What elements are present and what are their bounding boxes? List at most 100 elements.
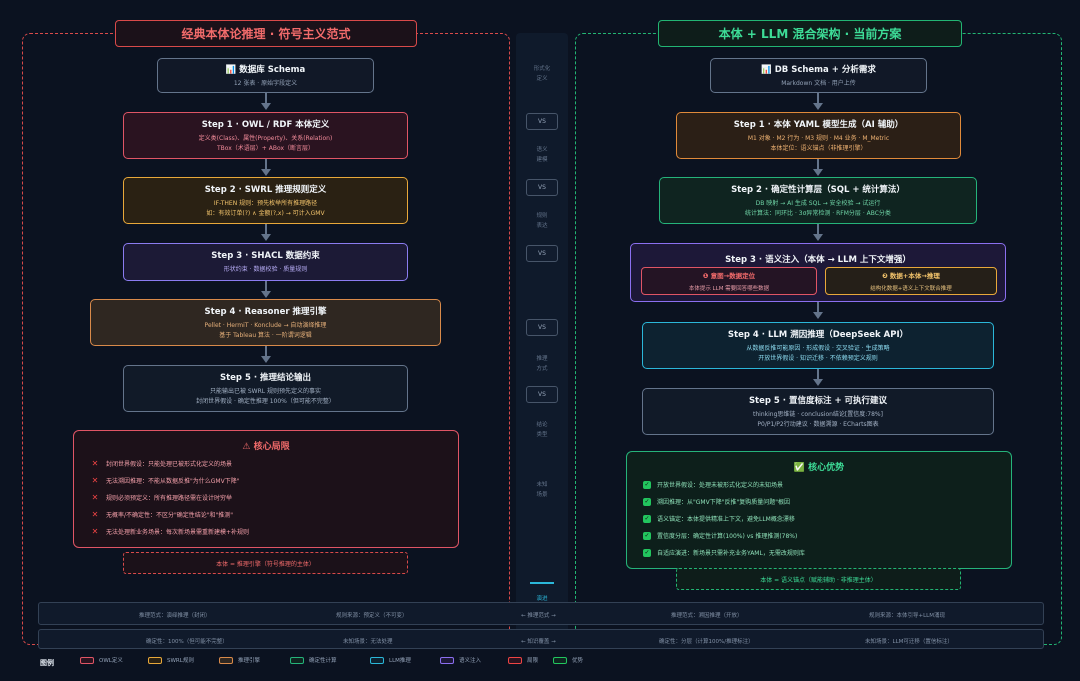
limitation-item: ✕ 封闭世界假设：只能处理已被形式化定义的场景 [91, 459, 233, 468]
classic-panel-title: 经典本体论推理 · 符号主义范式 [115, 20, 417, 47]
legend-item-advantage: 优势 [553, 656, 583, 664]
cross-icon: ✕ [91, 459, 99, 468]
legend-swatch [370, 656, 384, 664]
step-line: 本体定位：语义锚点（非推理引擎） [770, 144, 867, 152]
check-icon: ✓ [643, 497, 651, 506]
legend-item-limitation: 局限 [508, 656, 538, 664]
legend-item-semantic: 语义注入 [440, 656, 481, 664]
vs-label-5: 结论 类型 [536, 422, 548, 438]
hybrid-source-title: 📊 DB Schema + 分析需求 [761, 64, 876, 75]
legend-swatch [290, 656, 304, 664]
classic-step-2: Step 2 · SWRL 推理规则定义 IF-THEN 规则：预先枚举所有推理… [123, 177, 408, 224]
advantage-item: ✓ 溯因推理：从"GMV下降"反推"复购质量问题"根因 [643, 497, 790, 506]
limitation-item: ✕ 规则必须预定义：所有推理路径需在设计时穷举 [91, 493, 233, 502]
limitations-title: ⚠ 核心局限 [242, 442, 290, 452]
step-line: 封闭世界假设 · 确定性推理 100%（但可能不完整） [196, 397, 335, 405]
cross-icon: ✕ [91, 510, 99, 519]
advantage-item: ✓ 开放世界假设：处理未被形式化定义的未知场景 [643, 480, 784, 489]
step-line: thinking思维链 · conclusion结论[置信度:78%] [753, 410, 883, 418]
classic-step-5: Step 5 · 推理结论输出 只能输出已被 SWRL 规则预先定义的事实 封闭… [123, 365, 408, 412]
step-title: Step 2 · SWRL 推理规则定义 [204, 184, 327, 195]
check-icon: ✓ [643, 531, 651, 540]
step-title: Step 2 · 确定性计算层（SQL + 统计算法） [731, 184, 905, 195]
legend-item-owl: OWL定义 [80, 656, 123, 664]
vs-label-2: 语义 建模 [536, 147, 548, 163]
classic-footer-note: 本体 = 推理引擎（符号推理的主体） [123, 552, 408, 574]
vs-badge-3: VS [526, 245, 558, 262]
vs-badge-1: VS [526, 113, 558, 130]
arrow [813, 159, 823, 176]
check-icon: ✓ [643, 548, 651, 557]
compare-cell: 推理范式：溯因推理（开放） [671, 613, 743, 619]
cross-icon: ✕ [91, 476, 99, 485]
arrow [261, 346, 271, 363]
legend-title: 图例 [40, 659, 54, 667]
core-limitations-box: ⚠ 核心局限 ✕ 封闭世界假设：只能处理已被形式化定义的场景 ✕ 无法溯因推理：不能… [73, 430, 459, 548]
step-title: Step 5 · 推理结论输出 [219, 372, 312, 383]
compare-row-2: 确定性：100%（但可能不完整） 未知场景：无法处理 ← 知识覆盖 → 确定性：… [38, 629, 1044, 649]
step-line: P0/P1/P2行动建议 · 数据溯源 · ECharts图表 [757, 420, 879, 428]
legend-item-swrl: SWRL规则 [148, 656, 194, 664]
step-line: IF-THEN 规则：预先枚举所有推理路径 [213, 199, 318, 207]
compare-cell: ← 知识覆盖 → [521, 639, 556, 645]
arrow [813, 369, 823, 386]
hybrid-step-4: Step 4 · LLM 溯因推理（DeepSeek API） 从数据反推可能原… [642, 322, 994, 369]
step-line: 基于 Tableau 算法 · 一阶谓词逻辑 [219, 331, 312, 339]
core-advantages-box: ✅ 核心优势 ✓ 开放世界假设：处理未被形式化定义的未知场景 ✓ 溯因推理：从"GM… [626, 451, 1012, 569]
advantage-item: ✓ 置信度分层：确定性计算(100%) vs 推理推测(78%) [643, 531, 798, 540]
legend-swatch [553, 656, 567, 664]
compare-row-1: 推理范式：演绎推理（封闭） 规则来源：预定义（不可变） ← 推理范式 → 推理范… [38, 602, 1044, 625]
vs-badge-2: VS [526, 179, 558, 196]
limitation-item: ✕ 无法处理新业务场景：每次新场景需重新建模+补规则 [91, 527, 250, 536]
step-title: Step 3 · 语义注入（本体 → LLM 上下文增强） [725, 255, 911, 265]
step-line: 如：有效订单(?) ∧ 金额(?,x) → 可计入GMV [206, 209, 325, 217]
hybrid-step-1: Step 1 · 本体 YAML 模型生成（AI 辅助） M1 对象 · M2 … [676, 112, 961, 159]
legend-swatch [219, 656, 233, 664]
sub-title: ❶ 意图→数据定位 [702, 272, 756, 280]
hybrid-footer-note: 本体 = 语义锚点（赋能辅助 · 非推理主体） [676, 568, 961, 590]
step-line: TBox（术语层）+ ABox（断言层） [216, 144, 314, 152]
step-line: M1 对象 · M2 行为 · M3 规则 · M4 业务 · M_Metric [747, 134, 890, 142]
legend-swatch [80, 656, 94, 664]
advantage-item: ✓ 语义锚定：本体提供精准上下文，避免LLM概念漂移 [643, 514, 795, 523]
step-line: 只能输出已被 SWRL 规则预先定义的事实 [209, 387, 322, 395]
sub-title: ❷ 数据+本体→推理 [882, 272, 940, 280]
arrow [261, 224, 271, 241]
limitation-item: ✕ 无法溯因推理：不能从数据反推"为什么GMV下降" [91, 476, 240, 485]
compare-cell: 未知场景：LLM可迁移（置信标注） [865, 639, 953, 645]
hybrid-source-box: 📊 DB Schema + 分析需求 Markdown 文档 · 用户上传 [710, 58, 927, 93]
arrow [261, 159, 271, 176]
compare-cell: 规则来源：预定义（不可变） [336, 613, 408, 619]
legend-swatch [148, 656, 162, 664]
step-line: DB 映射 → AI 生成 SQL → 安全校验 → 试运行 [755, 199, 881, 207]
check-icon: ✓ [643, 514, 651, 523]
legend-item-llm: LLM推理 [370, 656, 411, 664]
classic-source-box: 📊 数据库 Schema 12 张表 · 原始字段定义 [157, 58, 374, 93]
classic-step-4: Step 4 · Reasoner 推理引擎 Pellet · HermiT ·… [90, 299, 441, 346]
arrow [261, 281, 271, 298]
vs-badge-5: VS [526, 386, 558, 403]
legend-swatch [440, 656, 454, 664]
step-line: 从数据反推可能原因 · 形成假设 · 交叉验证 · 生成策略 [746, 344, 890, 352]
compare-cell: 确定性：分层（计算100%/推理标注） [659, 639, 754, 645]
step-title: Step 4 · LLM 溯因推理（DeepSeek API） [727, 329, 909, 340]
step-line: 定义类(Class)、属性(Property)、关系(Relation) [198, 134, 333, 142]
cross-icon: ✕ [91, 527, 99, 536]
step-line: 统计算法：同环比 · 3σ异常检测 · RFM分层 · ABC分类 [745, 209, 891, 217]
vs-label-1: 形式化 定义 [533, 66, 551, 82]
hybrid-panel-title: 本体 + LLM 混合架构 · 当前方案 [658, 20, 962, 47]
sub-text: 本体提示 LLM 需要回答哪些数据 [688, 286, 770, 292]
classic-step-1: Step 1 · OWL / RDF 本体定义 定义类(Class)、属性(Pr… [123, 112, 408, 159]
compare-cell: 推理范式：演绎推理（封闭） [139, 613, 211, 619]
step-title: Step 3 · SHACL 数据约束 [211, 251, 320, 261]
arrow [813, 302, 823, 319]
hybrid-step-2: Step 2 · 确定性计算层（SQL + 统计算法） DB 映射 → AI 生… [659, 177, 977, 224]
legend-item-deterministic: 确定性计算 [290, 656, 337, 664]
step3-sub-intent: ❶ 意图→数据定位 本体提示 LLM 需要回答哪些数据 [641, 267, 817, 295]
step-title: Step 1 · 本体 YAML 模型生成（AI 辅助） [733, 119, 904, 130]
step-title: Step 4 · Reasoner 推理引擎 [204, 306, 327, 317]
classic-step-3: Step 3 · SHACL 数据约束 形状约束 · 数据校验 · 质量规则 [123, 243, 408, 281]
vs-badge-4: VS [526, 319, 558, 336]
hybrid-source-sub: Markdown 文档 · 用户上传 [781, 79, 856, 87]
step-title: Step 1 · OWL / RDF 本体定义 [201, 119, 330, 130]
